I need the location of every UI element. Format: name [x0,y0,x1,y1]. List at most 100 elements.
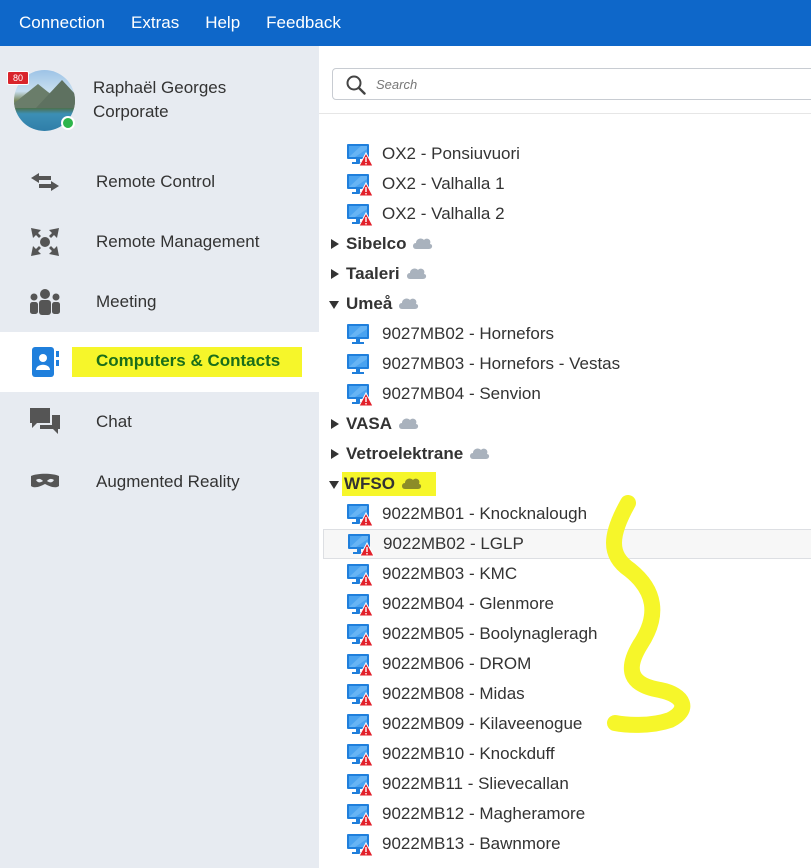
monitor-warning-icon [346,833,374,857]
computer-row[interactable]: 9022MB13 - Bawnmore [319,829,811,859]
group-row[interactable]: Sibelco [319,229,811,259]
computer-label: 9022MB04 - Glenmore [382,594,554,613]
monitor-warning-icon [346,713,374,737]
caret-right-icon[interactable] [331,269,339,279]
user-name: Raphaël Georges [93,78,227,97]
nav-label: Chat [96,412,132,431]
caret-right-icon[interactable] [331,449,339,459]
search-input[interactable] [376,73,796,95]
menu-extras[interactable]: Extras [131,13,179,33]
cloud-icon [463,444,490,464]
monitor-warning-icon [346,383,374,407]
nav-item-chat[interactable]: Chat [0,392,319,452]
menu-bar: Connection Extras Help Feedback [0,0,811,46]
computer-label: 9022MB08 - Midas [382,684,525,703]
contacts-book-icon [29,346,61,378]
group-row[interactable]: Taaleri [319,259,811,289]
monitor-warning-icon [346,683,374,707]
notification-badge[interactable]: 80 [7,71,30,85]
computers-tree: OX2 - Ponsiuvuori OX2 - Valhalla 1 OX2 -… [319,139,811,859]
caret-right-icon[interactable] [331,239,339,249]
computer-row[interactable]: 9022MB11 - Slievecallan [319,769,811,799]
arrows-swap-icon [29,166,61,198]
group-label: WFSO [342,472,436,496]
computer-row[interactable]: OX2 - Ponsiuvuori [319,139,811,169]
computer-label: 9022MB13 - Bawnmore [382,834,561,853]
nav-label: Remote Control [96,172,216,191]
monitor-warning-icon [346,203,374,227]
caret-down-icon[interactable] [329,481,339,489]
nav-label: Meeting [96,292,157,311]
monitor-warning-icon [346,143,374,167]
computer-label: 9027MB04 - Senvion [382,384,541,403]
computer-row[interactable]: 9022MB03 - KMC [319,559,811,589]
people-icon [29,286,61,318]
monitor-warning-icon [346,563,374,587]
menu-connection[interactable]: Connection [19,13,105,33]
group-row[interactable]: Umeå [319,289,811,319]
computer-row[interactable]: 9022MB10 - Knockduff [319,739,811,769]
nav-item-remote-control[interactable]: Remote Control [0,152,319,212]
computer-label: OX2 - Ponsiuvuori [382,144,520,163]
monitor-warning-icon [346,503,374,527]
computer-label: 9027MB02 - Hornefors [382,324,554,343]
nav-item-computers-contacts[interactable]: Computers & Contacts [0,332,319,392]
computer-row[interactable]: 9022MB05 - Boolynagleragh [319,619,811,649]
computer-row[interactable]: 9022MB02 - LGLP [323,529,811,559]
computer-row[interactable]: 9027MB04 - Senvion [319,379,811,409]
group-row[interactable]: WFSO [319,469,811,499]
group-row[interactable]: Vetroelektrane [319,439,811,469]
expand-arrows-icon [29,226,61,258]
computer-label: 9022MB10 - Knockduff [382,744,555,763]
computer-label: 9022MB09 - Kilaveenogue [382,714,583,733]
computer-label: 9022MB12 - Magheramore [382,804,586,823]
group-label: Taaleri [346,264,427,284]
computer-label: 9022MB01 - Knocknalough [382,504,588,523]
search-icon [346,75,366,95]
menu-help[interactable]: Help [205,13,240,33]
caret-down-icon[interactable] [329,301,339,309]
computer-row[interactable]: OX2 - Valhalla 2 [319,199,811,229]
group-row[interactable]: VASA [319,409,811,439]
group-name: Vetroelektrane [346,444,464,463]
computer-row[interactable]: 9022MB06 - DROM [319,649,811,679]
cloud-icon [392,294,419,314]
chat-bubbles-icon [29,406,61,438]
user-role: Corporate [93,102,169,121]
caret-right-icon[interactable] [331,419,339,429]
computer-row[interactable]: 9022MB12 - Magheramore [319,799,811,829]
group-name: Taaleri [346,264,400,283]
cloud-icon [400,264,427,284]
computer-label: 9022MB02 - LGLP [383,534,524,553]
computer-row[interactable]: 9022MB04 - Glenmore [319,589,811,619]
monitor-icon [346,323,374,347]
monitor-warning-icon [347,533,375,557]
menu-feedback[interactable]: Feedback [266,13,341,33]
sidebar: 80 Raphaël Georges Corporate Remote Cont… [0,46,319,868]
computer-row[interactable]: 9022MB08 - Midas [319,679,811,709]
group-label: Sibelco [346,234,433,254]
monitor-warning-icon [346,653,374,677]
monitor-icon [346,353,374,377]
nav-label: Augmented Reality [96,472,240,491]
computer-label: 9022MB11 - Slievecallan [382,774,569,793]
online-status-icon [61,116,75,130]
cloud-icon [392,414,419,434]
user-profile[interactable]: 80 Raphaël Georges Corporate [7,70,314,132]
ar-glasses-icon [29,466,61,498]
nav-label: Remote Management [96,232,260,251]
nav-item-remote-management[interactable]: Remote Management [0,212,319,272]
computer-row[interactable]: 9027MB03 - Hornefors - Vestas [319,349,811,379]
group-label: VASA [346,414,419,434]
nav-item-meeting[interactable]: Meeting [0,272,319,332]
group-name: WFSO [344,474,395,493]
search-box[interactable] [332,68,811,100]
computer-row[interactable]: 9022MB09 - Kilaveenogue [319,709,811,739]
computer-row[interactable]: 9022MB01 - Knocknalough [319,499,811,529]
group-label: Umeå [346,294,419,314]
computer-row[interactable]: 9027MB02 - Hornefors [319,319,811,349]
nav-label: Computers & Contacts [72,347,303,377]
computer-row[interactable]: OX2 - Valhalla 1 [319,169,811,199]
nav-item-augmented-reality[interactable]: Augmented Reality [0,452,319,512]
divider [319,113,811,114]
